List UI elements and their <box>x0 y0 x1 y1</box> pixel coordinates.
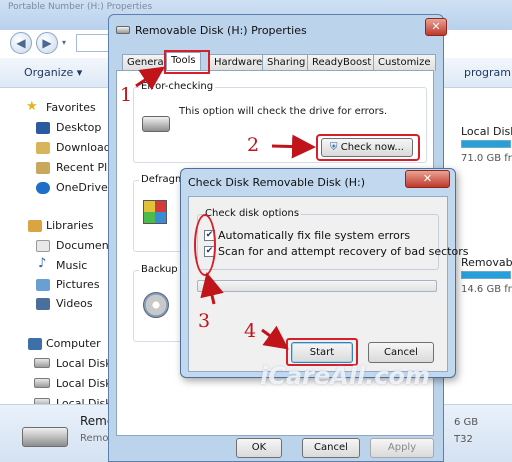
watermark-logo: iCareAll.com <box>260 362 431 390</box>
step-2-arrow-icon <box>271 134 316 159</box>
annotation-arrows <box>135 66 316 350</box>
step-4-arrow-icon <box>261 325 289 350</box>
step-3-arrow-icon <box>200 272 224 305</box>
step-1-arrow-icon <box>135 66 165 90</box>
